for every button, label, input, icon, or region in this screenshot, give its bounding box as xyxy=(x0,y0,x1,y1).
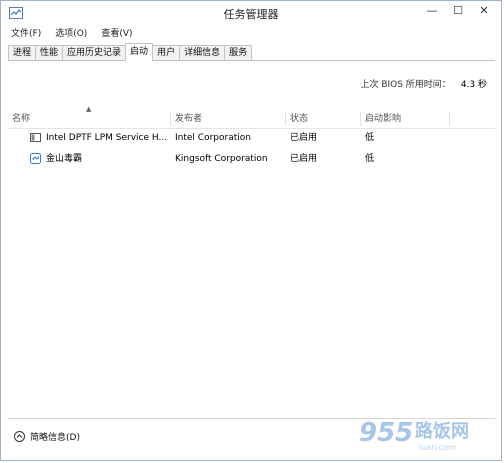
fewer-details-label: 简略信息(D) xyxy=(30,433,80,443)
window-controls: — ☐ ✕ xyxy=(419,2,497,20)
service-app-icon xyxy=(30,133,41,142)
menu-view[interactable]: 查看(V) xyxy=(99,26,134,39)
table-header: 名称 发布者 状态 启动影响 xyxy=(8,110,495,129)
tab-details[interactable]: 详细信息 xyxy=(179,45,226,61)
row-name: Intel DPTF LPM Service H... xyxy=(46,133,168,143)
startup-panel: 上次 BIOS 所用时间： 4.3 秒 ▲ 名称 发布者 状态 启动影响 Int… xyxy=(8,60,495,418)
tab-startup[interactable]: 启动 xyxy=(125,43,154,61)
chevron-up-icon xyxy=(14,431,25,442)
kingsoft-icon xyxy=(30,153,41,164)
column-header-status[interactable]: 状态 xyxy=(286,110,360,128)
footer-bar: 简略信息(D) 955 路饭网 luan.com xyxy=(8,418,495,459)
row-publisher: Intel Corporation xyxy=(175,133,251,143)
column-header-publisher[interactable]: 发布者 xyxy=(171,110,285,128)
bios-time: 上次 BIOS 所用时间： 4.3 秒 xyxy=(360,77,487,90)
table-row[interactable]: Intel DPTF LPM Service H... Intel Corpor… xyxy=(8,128,495,148)
row-impact: 低 xyxy=(365,154,375,164)
column-divider[interactable] xyxy=(449,112,450,126)
row-name: 金山毒霸 xyxy=(46,154,83,164)
task-manager-window: 任务管理器 — ☐ ✕ 文件(F) 选项(O) 查看(V) 进程 性能 应用历史… xyxy=(0,0,502,461)
svg-text:luan.com: luan.com xyxy=(419,443,456,452)
table-row[interactable]: 金山毒霸 Kingsoft Corporation 已启用 低 xyxy=(8,149,495,169)
svg-text:路饭网: 路饭网 xyxy=(415,420,469,442)
menu-bar: 文件(F) 选项(O) 查看(V) xyxy=(9,26,135,39)
fewer-details-button[interactable]: 简略信息(D) xyxy=(14,430,80,443)
tab-users[interactable]: 用户 xyxy=(152,45,181,61)
bios-time-label: 上次 BIOS 所用时间： xyxy=(360,80,451,90)
row-publisher: Kingsoft Corporation xyxy=(175,154,268,164)
tab-performance[interactable]: 性能 xyxy=(35,45,64,61)
row-impact: 低 xyxy=(365,133,375,143)
menu-file[interactable]: 文件(F) xyxy=(9,26,43,39)
tab-app-history[interactable]: 应用历史记录 xyxy=(62,45,127,61)
tab-strip: 进程 性能 应用历史记录 启动 用户 详细信息 服务 xyxy=(8,43,253,61)
site-watermark-logo: 955 路饭网 luan.com xyxy=(359,418,469,452)
svg-text:955: 955 xyxy=(359,418,413,448)
column-header-impact[interactable]: 启动影响 xyxy=(361,110,449,128)
row-status: 已启用 xyxy=(290,154,318,164)
column-header-name[interactable]: 名称 xyxy=(8,110,170,128)
minimize-button[interactable]: — xyxy=(419,2,445,20)
menu-options[interactable]: 选项(O) xyxy=(53,26,89,39)
tab-services[interactable]: 服务 xyxy=(224,45,253,61)
close-button[interactable]: ✕ xyxy=(471,2,497,20)
bios-time-value: 4.3 秒 xyxy=(460,80,487,90)
maximize-button[interactable]: ☐ xyxy=(445,2,471,20)
row-status: 已启用 xyxy=(290,133,318,143)
tab-processes[interactable]: 进程 xyxy=(8,45,37,61)
title-bar[interactable]: 任务管理器 — ☐ ✕ xyxy=(1,1,501,25)
